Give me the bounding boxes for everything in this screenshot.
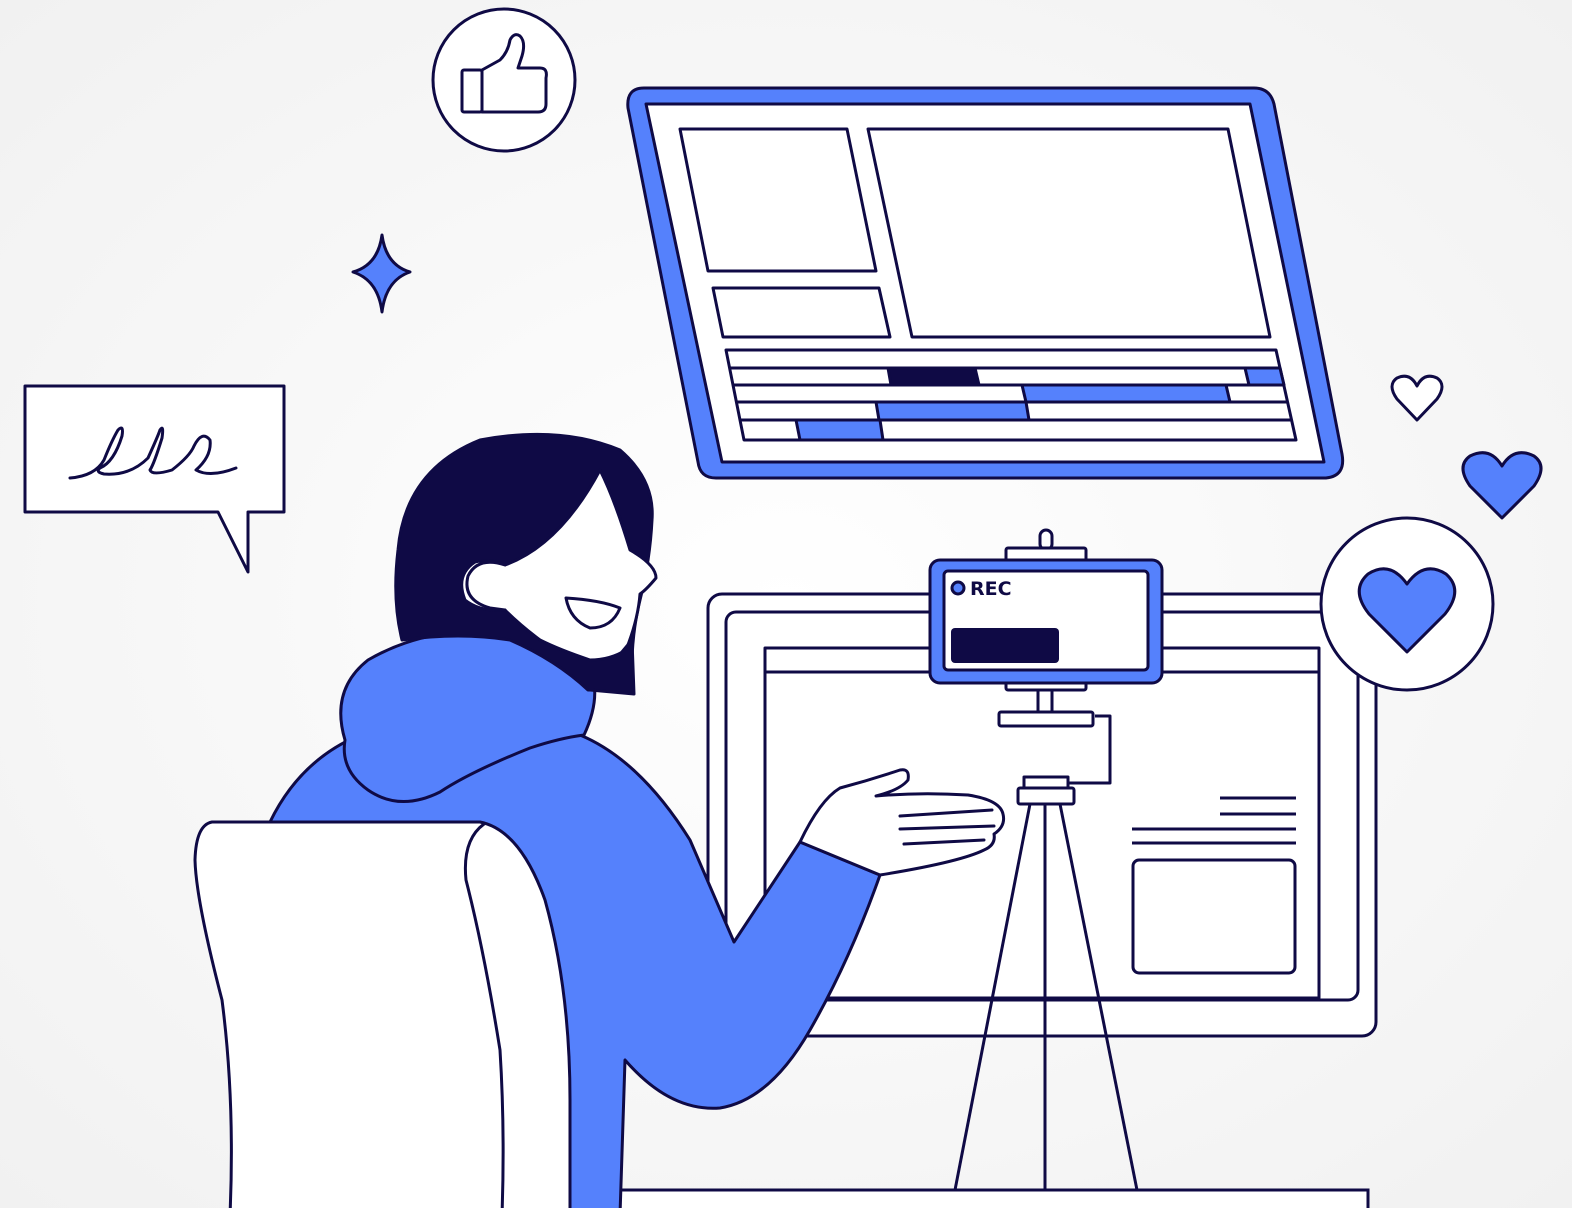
illustration-canvas: REC [0, 0, 1572, 1208]
timeline-clip [1243, 366, 1286, 387]
info-panel [711, 286, 892, 339]
timeline-clip [1020, 383, 1232, 404]
timeline-clip [874, 400, 1031, 422]
content-card [1131, 858, 1297, 975]
heart-badge-icon [1319, 516, 1495, 692]
thumbs-up-icon [431, 7, 577, 153]
timeline-clip [886, 366, 981, 387]
desk [618, 1188, 1370, 1208]
phone-status-bar [951, 628, 1059, 663]
preview-panel-small [678, 127, 878, 273]
preview-panel-large [866, 127, 1272, 339]
chair-back [193, 820, 572, 1208]
record-dot-icon [950, 580, 966, 596]
recording-illustration: REC [0, 0, 1572, 1208]
timeline-clip [794, 418, 885, 442]
rec-label: REC [970, 578, 1012, 600]
video-editor-screen [626, 86, 1345, 480]
